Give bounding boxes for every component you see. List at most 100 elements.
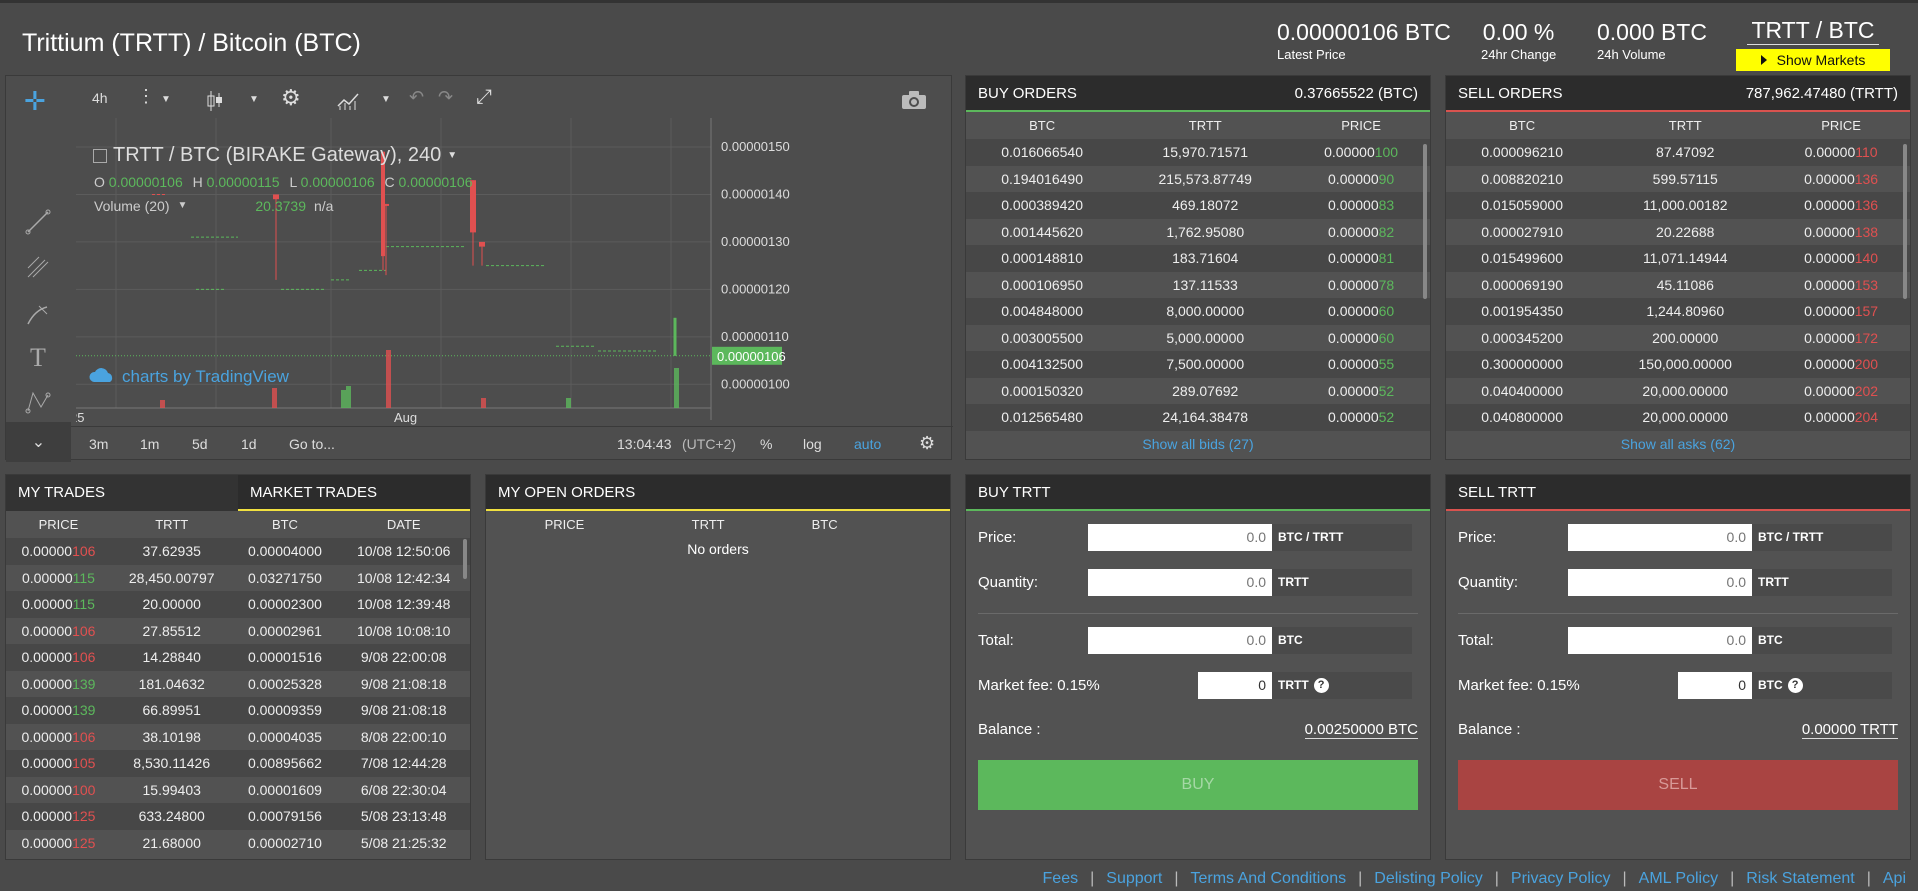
table-row: 0.00000106 37.62935 0.00004000 10/08 12:50:… [6,538,470,565]
percent-toggle[interactable]: % [760,436,772,452]
sell-fee-input[interactable] [1678,671,1752,699]
redo-icon[interactable]: ↷ [438,87,453,108]
more-icon[interactable]: ⋮ [137,86,155,107]
scrollbar[interactable] [463,539,467,579]
collapse-icon[interactable]: ⌄ [6,422,71,462]
undo-icon[interactable]: ↶ [409,87,424,108]
order-row[interactable]: 0.000106950 137.11533 0.0000078 [966,271,1430,298]
footer-link-aml-policy[interactable]: AML Policy [1639,870,1718,888]
order-row[interactable]: 0.008820210 599.57115 0.00000136 [1446,165,1910,192]
buy-fee-input[interactable] [1198,671,1272,699]
buy-price-input[interactable] [1088,523,1272,551]
auto-toggle[interactable]: auto [854,436,881,452]
indicators-icon[interactable] [336,90,360,115]
trend-line-icon[interactable] [24,209,52,237]
candles-icon[interactable] [207,89,223,116]
range-1d[interactable]: 1d [241,436,257,452]
date-cell: 10/08 12:50:06 [337,538,470,565]
quantity-label: Quantity: [1458,573,1519,591]
btc-cell: 0.000148810 [966,245,1119,272]
text-icon[interactable]: T [24,343,52,372]
buy-button[interactable]: BUY [978,760,1418,810]
tab-my-trades[interactable]: MY TRADES [6,475,238,511]
chevron-down-icon[interactable]: ▼ [381,94,391,105]
price-suffix: 125 [72,808,96,825]
order-row[interactable]: 0.015059000 11,000.00182 0.00000136 [1446,192,1910,219]
order-row[interactable]: 0.012565480 24,164.38478 0.0000052 [966,404,1430,431]
pitchfork-icon[interactable] [24,254,52,282]
order-row[interactable]: 0.000389420 469.18072 0.0000083 [966,192,1430,219]
range-5d[interactable]: 5d [192,436,208,452]
sell-quantity-input[interactable] [1568,568,1752,596]
footer-link-risk-statement[interactable]: Risk Statement [1746,870,1854,888]
range-1m[interactable]: 1m [140,436,159,452]
tradingview-watermark[interactable]: charts by TradingView [88,366,289,387]
checkbox-icon[interactable] [93,148,107,163]
tab-market-trades[interactable]: MARKET TRADES [238,475,470,511]
order-row[interactable]: 0.000345200 200.00000 0.00000172 [1446,324,1910,351]
goto-button[interactable]: Go to... [289,436,335,452]
gear-icon[interactable]: ⚙ [281,85,301,111]
sell-total-input[interactable] [1568,626,1752,654]
order-row[interactable]: 0.000150320 289.07692 0.0000052 [966,377,1430,404]
buy-quantity-input[interactable] [1088,568,1272,596]
chevron-down-icon[interactable]: ▼ [161,94,171,105]
sell-button[interactable]: SELL [1458,760,1898,810]
balance-value[interactable]: 0.00000 TRTT [1801,721,1898,739]
btc-cell: 0.00004035 [232,723,338,750]
price-suffix: 153 [1854,276,1879,293]
sell-price-input[interactable] [1568,523,1752,551]
order-row[interactable]: 0.001954350 1,244.80960 0.00000157 [1446,298,1910,325]
scrollbar[interactable] [1423,144,1427,299]
scrollbar[interactable] [1903,144,1907,299]
order-row[interactable]: 0.300000000 150,000.00000 0.00000200 [1446,351,1910,378]
order-row[interactable]: 0.040400000 20,000.00000 0.00000202 [1446,377,1910,404]
chevron-down-icon[interactable]: ▼ [249,94,259,105]
date-cell: 8/08 22:00:10 [337,723,470,750]
gear-icon[interactable]: ⚙ [919,433,935,454]
order-row[interactable]: 0.000148810 183.71604 0.0000081 [966,245,1430,272]
buy-balance: Balance : 0.00250000 BTC [978,721,1418,739]
timezone[interactable]: (UTC+2) [682,436,736,452]
order-row[interactable]: 0.000027910 20.22688 0.00000138 [1446,218,1910,245]
help-icon[interactable]: ? [1787,677,1803,693]
log-toggle[interactable]: log [803,436,822,452]
price-prefix: 0.00000 [1328,303,1379,320]
order-row[interactable]: 0.016066540 15,970.71571 0.00000100 [966,139,1430,166]
order-row[interactable]: 0.000096210 87.47092 0.00000110 [1446,139,1910,166]
show-all-bids-link[interactable]: Show all bids (27) [966,431,1430,459]
crosshair-icon[interactable]: ✛ [24,88,46,114]
price-suffix: 105 [72,755,96,772]
order-row[interactable]: 0.001445620 1,762.95080 0.0000082 [966,218,1430,245]
buy-total-input[interactable] [1088,626,1272,654]
chevron-down-icon[interactable]: ▼ [447,150,457,161]
help-icon[interactable]: ? [1313,677,1329,693]
range-3m[interactable]: 3m [89,436,108,452]
show-all-asks-link[interactable]: Show all asks (62) [1446,431,1910,459]
footer-link-terms-and-conditions[interactable]: Terms And Conditions [1190,870,1346,888]
interval-button[interactable]: 4h [92,90,108,106]
footer-link-privacy-policy[interactable]: Privacy Policy [1511,870,1611,888]
ohlc-readout: O 0.00000106 H 0.00000115 L 0.00000106 C… [94,174,473,190]
balance-value[interactable]: 0.00250000 BTC [1304,721,1418,739]
order-row[interactable]: 0.015499600 11,071.14944 0.00000140 [1446,245,1910,272]
footer-link-fees[interactable]: Fees [1043,870,1079,888]
order-row[interactable]: 0.003005500 5,000.00000 0.0000060 [966,324,1430,351]
order-row[interactable]: 0.194016490 215,573.87749 0.0000090 [966,165,1430,192]
close-label: C [384,174,395,190]
brush-icon[interactable] [24,302,52,330]
footer-link-api[interactable]: Api [1883,870,1906,888]
fullscreen-icon[interactable]: ⤢ [476,86,492,109]
footer-link-delisting-policy[interactable]: Delisting Policy [1374,870,1482,888]
order-row[interactable]: 0.040800000 20,000.00000 0.00000204 [1446,404,1910,431]
order-row[interactable]: 0.000069190 45.11086 0.00000153 [1446,271,1910,298]
pattern-icon[interactable] [24,389,52,417]
camera-icon[interactable] [901,90,927,113]
col-trtt: TRTT [155,517,189,532]
table-row: 0.00000106 38.10198 0.00004035 8/08 22:00:1… [6,723,470,750]
order-row[interactable]: 0.004848000 8,000.00000 0.0000060 [966,298,1430,325]
footer-link-support[interactable]: Support [1106,870,1162,888]
show-markets-button[interactable]: Show Markets [1736,49,1890,71]
chevron-down-icon[interactable]: ▼ [177,198,187,214]
order-row[interactable]: 0.004132500 7,500.00000 0.0000055 [966,351,1430,378]
